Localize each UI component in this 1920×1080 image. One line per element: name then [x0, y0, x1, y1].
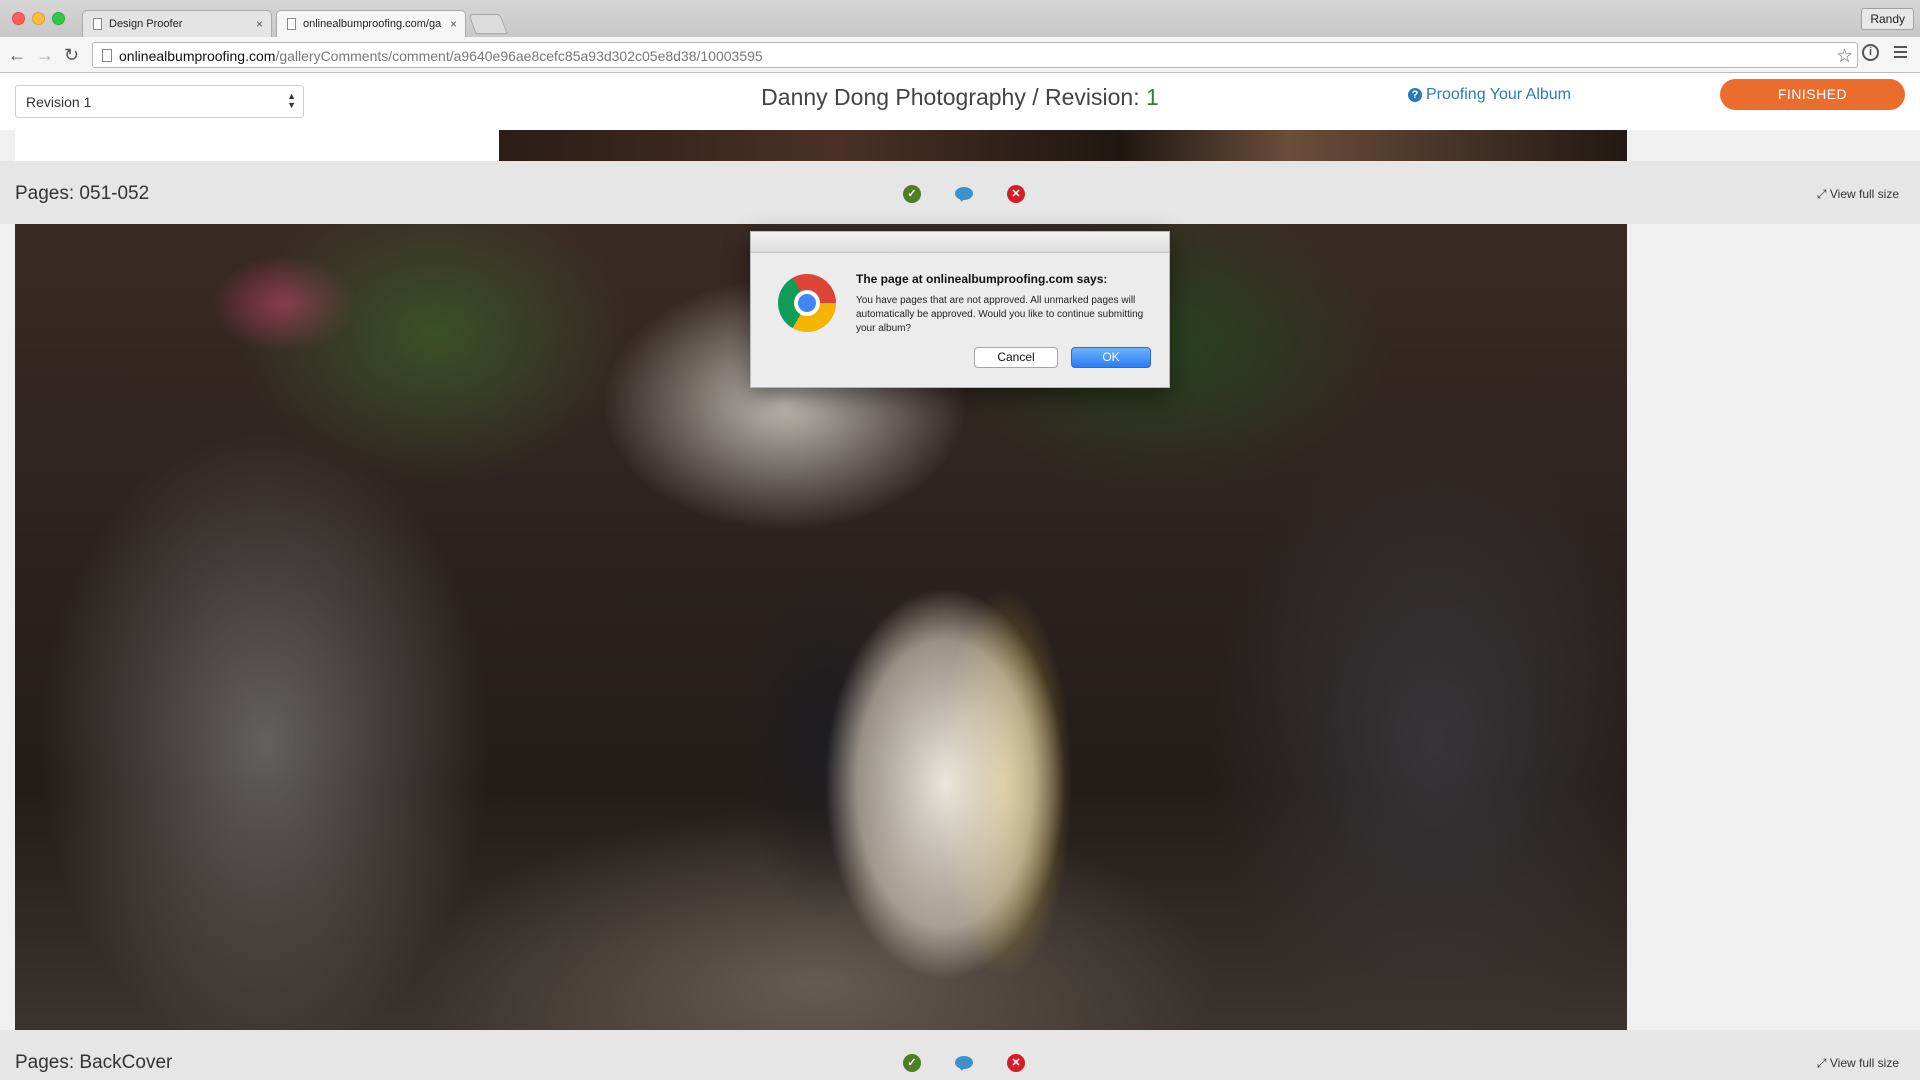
question-circle-icon: ? — [1408, 88, 1422, 102]
approve-check-icon[interactable]: ✓ — [903, 185, 921, 203]
forward-arrow-icon[interactable]: → — [36, 45, 54, 65]
address-bar[interactable]: onlinealbumproofing.com/galleryComments/… — [92, 42, 1858, 68]
minimize-window-button[interactable] — [32, 12, 45, 25]
back-arrow-icon[interactable]: ← — [8, 45, 26, 65]
hamburger-menu-icon[interactable] — [1894, 46, 1907, 58]
browser-toolbar: ← → ↻ onlinealbumproofing.com/galleryCom… — [0, 37, 1920, 73]
close-window-button[interactable] — [12, 12, 25, 25]
dialog-titlebar — [751, 232, 1169, 253]
reject-x-icon[interactable]: ✕ — [1007, 185, 1025, 203]
tab-title: onlinealbumproofing.com/ga — [303, 18, 442, 30]
page-row-backcover: Pages: BackCover ✓ ✕ ⤢ View full size — [0, 1030, 1920, 1080]
comment-bubble-icon[interactable] — [955, 185, 973, 203]
page-row-051-052: Pages: 051-052 ✓ ✕ ⤢ View full size — [0, 161, 1920, 224]
previous-page-spread — [15, 130, 1627, 161]
dialog-title: The page at onlinealbumproofing.com says… — [856, 272, 1108, 286]
bookmark-star-icon[interactable]: ☆ — [1836, 45, 1853, 68]
finished-button[interactable]: FINISHED — [1720, 79, 1905, 110]
browser-tabstrip: Design Proofer × onlinealbumproofing.com… — [0, 0, 1920, 37]
app-header: Revision 1 ▲ ▼ Danny Dong Photography / R… — [0, 74, 1920, 130]
dialog-ok-button[interactable]: OK — [1071, 347, 1151, 368]
alert-dialog: The page at onlinealbumproofing.com says… — [750, 231, 1170, 388]
tab-close-icon[interactable]: × — [450, 17, 457, 31]
reload-icon[interactable]: ↻ — [64, 45, 79, 65]
proofing-help-link[interactable]: ? Proofing Your Album — [1408, 86, 1571, 104]
page-label: Pages: BackCover — [15, 1052, 173, 1073]
view-full-size-link[interactable]: ⤢ View full size — [1817, 1056, 1899, 1071]
view-full-size-link[interactable]: ⤢ View full size — [1817, 187, 1899, 202]
profile-button[interactable]: Randy — [1861, 8, 1914, 30]
tab-close-icon[interactable]: × — [256, 17, 263, 31]
comment-bubble-icon[interactable] — [955, 1054, 973, 1072]
url-text: onlinealbumproofing.com/galleryComments/… — [119, 48, 763, 64]
document-icon — [93, 18, 102, 30]
page-icon — [102, 49, 112, 62]
chrome-logo-icon — [778, 274, 836, 332]
dialog-message: You have pages that are not approved. Al… — [856, 295, 1144, 334]
revision-number: 1 — [1146, 84, 1159, 110]
tab-album-proofing[interactable]: onlinealbumproofing.com/ga × — [276, 10, 466, 37]
new-tab-button[interactable] — [468, 14, 508, 34]
tab-title: Design Proofer — [109, 18, 183, 30]
approve-check-icon[interactable]: ✓ — [903, 1054, 921, 1072]
previous-page-photo — [499, 130, 1627, 161]
info-icon[interactable]: i — [1862, 44, 1879, 61]
page-title: Danny Dong Photography / Revision: 1 — [761, 84, 1159, 110]
reject-x-icon[interactable]: ✕ — [1007, 1054, 1025, 1072]
tab-design-proofer[interactable]: Design Proofer × — [82, 10, 272, 37]
zoom-window-button[interactable] — [52, 12, 65, 25]
document-icon — [287, 18, 296, 30]
page-label: Pages: 051-052 — [15, 183, 150, 204]
dialog-cancel-button[interactable]: Cancel — [974, 347, 1058, 368]
